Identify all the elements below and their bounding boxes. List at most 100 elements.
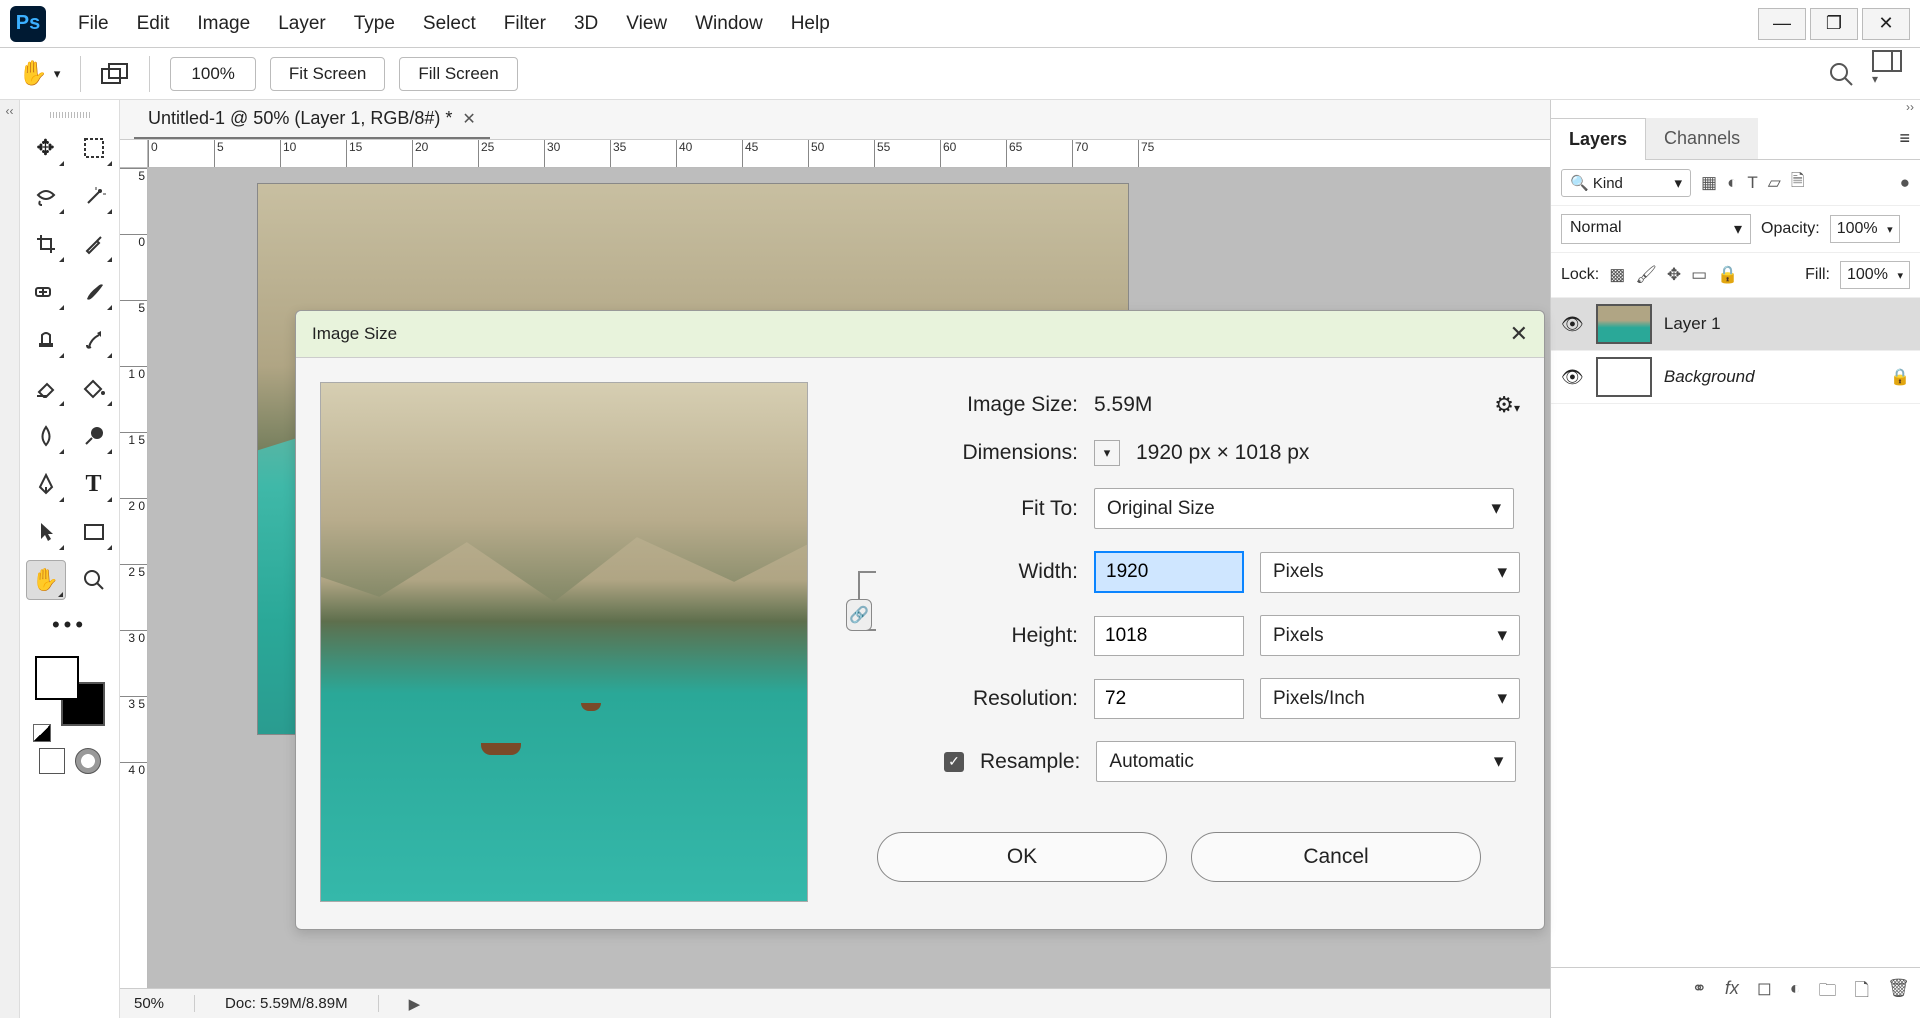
lock-pixels-icon[interactable]: 🖌 [1635,265,1657,285]
tab-layers[interactable]: Layers [1551,118,1646,160]
layer-row[interactable]: 👁 Background 🔒 [1551,351,1920,404]
marquee-tool-icon[interactable] [74,128,114,168]
menu-3d[interactable]: 3D [560,7,612,41]
width-unit-dropdown[interactable]: Pixels▾ [1260,552,1520,593]
resample-checkbox[interactable]: ✓ [944,752,964,772]
layer-name[interactable]: Background [1664,367,1755,387]
zoom-tool-icon[interactable] [74,560,114,600]
dialog-title-bar[interactable]: Image Size ✕ [296,311,1544,358]
layer-thumbnail[interactable] [1596,304,1652,344]
resample-dropdown[interactable]: Automatic▾ [1096,741,1516,782]
dimensions-unit-dropdown[interactable]: ▾ [1094,440,1120,466]
current-tool-icon[interactable]: ✋ ▾ [18,59,60,88]
close-tab-icon[interactable]: ✕ [462,109,475,129]
link-layers-icon[interactable]: ⚭ [1692,978,1707,1008]
move-tool-icon[interactable]: ✥ [26,128,66,168]
panel-menu-icon[interactable]: ≡ [1889,128,1920,149]
height-input[interactable] [1094,616,1244,656]
lock-artboard-icon[interactable]: ▭ [1691,265,1707,285]
vertical-ruler[interactable]: 5051 01 52 02 53 03 54 0 [120,168,148,988]
search-icon[interactable] [1828,61,1854,87]
menu-file[interactable]: File [64,7,123,41]
blend-mode-dropdown[interactable]: Normal▾ [1561,214,1751,244]
lasso-tool-icon[interactable] [26,176,66,216]
horizontal-ruler[interactable]: 051015202530354045505560657075 [148,140,1550,168]
lock-transparency-icon[interactable]: ▩ [1609,265,1625,285]
width-input[interactable] [1094,551,1244,593]
layer-mask-icon[interactable]: ◻ [1757,978,1772,1008]
layer-name[interactable]: Layer 1 [1664,314,1721,334]
opacity-input[interactable]: 100%▾ [1830,215,1900,243]
crop-tool-icon[interactable] [26,224,66,264]
menu-image[interactable]: Image [183,7,264,41]
status-doc-size[interactable]: Doc: 5.59M/8.89M [225,995,379,1012]
color-swatches[interactable] [35,656,105,726]
dialog-close-icon[interactable]: ✕ [1510,321,1528,347]
magic-wand-tool-icon[interactable] [74,176,114,216]
layer-style-icon[interactable]: fx [1725,978,1739,1008]
type-tool-icon[interactable]: T [74,464,114,504]
filter-pixel-icon[interactable]: ▦ [1701,173,1717,193]
menu-edit[interactable]: Edit [123,7,184,41]
menu-type[interactable]: Type [340,7,409,41]
filter-type-icon[interactable]: T [1747,173,1757,193]
close-window-button[interactable]: ✕ [1862,8,1910,40]
filter-adjustment-icon[interactable]: ◐ [1727,173,1737,193]
panel-grip[interactable] [50,112,90,118]
default-colors-icon[interactable] [33,724,51,742]
delete-layer-icon[interactable]: 🗑 [1887,978,1910,1008]
blur-tool-icon[interactable] [26,416,66,456]
eyedropper-tool-icon[interactable] [74,224,114,264]
dialog-gear-icon[interactable]: ⚙▾ [1494,392,1520,418]
eraser-tool-icon[interactable] [26,368,66,408]
cancel-button[interactable]: Cancel [1191,832,1481,882]
menu-layer[interactable]: Layer [264,7,340,41]
lock-icon[interactable]: 🔒 [1890,367,1910,387]
fit-to-dropdown[interactable]: Original Size▾ [1094,488,1514,529]
ok-button[interactable]: OK [877,832,1167,882]
menu-select[interactable]: Select [409,7,490,41]
filter-shape-icon[interactable]: ▱ [1768,173,1781,193]
menu-window[interactable]: Window [681,7,777,41]
edit-toolbar-icon[interactable]: ••• [20,608,119,642]
hand-tool-icon[interactable]: ✋ [26,560,66,600]
fill-input[interactable]: 100%▾ [1840,261,1910,289]
dodge-tool-icon[interactable] [74,416,114,456]
menu-filter[interactable]: Filter [490,7,560,41]
healing-brush-tool-icon[interactable] [26,272,66,312]
height-unit-dropdown[interactable]: Pixels▾ [1260,615,1520,656]
collapse-left-icon[interactable]: ‹‹ [0,100,20,1018]
maximize-button[interactable]: ❐ [1810,8,1858,40]
clone-stamp-tool-icon[interactable] [26,320,66,360]
standard-mode-icon[interactable] [39,748,65,774]
path-selection-tool-icon[interactable] [26,512,66,552]
resolution-unit-dropdown[interactable]: Pixels/Inch▾ [1260,678,1520,719]
status-menu-icon[interactable]: ▶ [409,995,421,1013]
history-brush-tool-icon[interactable] [74,320,114,360]
filter-kind-dropdown[interactable]: 🔍 Kind▾ [1561,169,1691,197]
new-layer-icon[interactable]: 🗋 [1855,978,1869,1008]
paint-bucket-tool-icon[interactable] [74,368,114,408]
visibility-icon[interactable]: 👁 [1561,367,1584,388]
menu-help[interactable]: Help [777,7,844,41]
layer-thumbnail[interactable] [1596,357,1652,397]
status-zoom[interactable]: 50% [134,995,195,1012]
window-arrange-icon[interactable] [101,63,129,85]
adjustment-layer-icon[interactable]: ◐ [1790,978,1801,1008]
pen-tool-icon[interactable] [26,464,66,504]
menu-view[interactable]: View [612,7,681,41]
visibility-icon[interactable]: 👁 [1561,314,1584,335]
lock-all-icon[interactable]: 🔒 [1717,265,1738,285]
zoom-level[interactable]: 100% [170,57,255,91]
brush-tool-icon[interactable] [74,272,114,312]
rectangle-tool-icon[interactable] [74,512,114,552]
foreground-color-swatch[interactable] [35,656,79,700]
resolution-input[interactable] [1094,679,1244,719]
tab-channels[interactable]: Channels [1646,118,1758,159]
ruler-origin[interactable] [120,140,148,168]
layer-row[interactable]: 👁 Layer 1 [1551,298,1920,351]
filter-smart-icon[interactable]: 🗎 [1791,168,1805,197]
document-tab[interactable]: Untitled-1 @ 50% (Layer 1, RGB/8#) * ✕ [134,100,490,139]
quick-mask-icon[interactable] [75,748,101,774]
workspace-switcher-icon[interactable]: ▾ [1872,50,1902,98]
